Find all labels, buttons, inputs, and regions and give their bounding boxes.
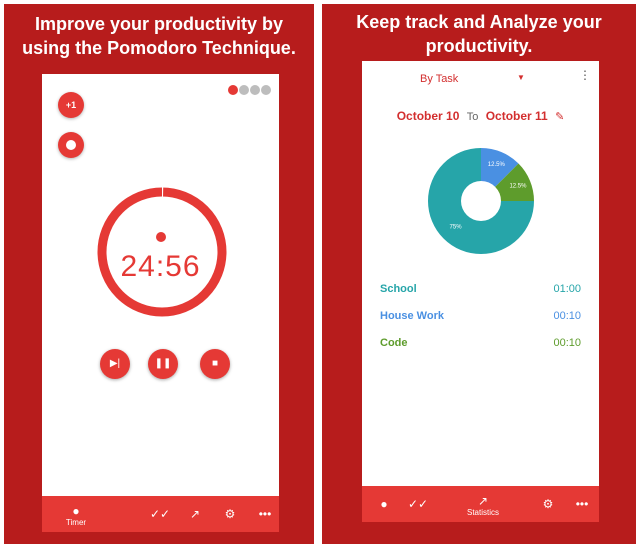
nav-completed[interactable]: ✓✓ bbox=[140, 496, 180, 532]
promo-headline-statistics: Keep track and Analyze your productivity… bbox=[322, 10, 636, 58]
date-range: October 10 To October 11 ✎ bbox=[362, 109, 599, 123]
date-to[interactable]: October 11 bbox=[486, 109, 548, 123]
task-row: Code 00:10 bbox=[380, 337, 581, 353]
group-by-dropdown[interactable]: By Task bbox=[420, 73, 458, 85]
session-dot bbox=[228, 85, 238, 95]
bottom-nav-timer: ● Timer ✓✓ ↗ ⚙ ••• bbox=[42, 496, 279, 532]
promo-panel-statistics: Keep track and Analyze your productivity… bbox=[322, 4, 636, 544]
task-duration: 00:10 bbox=[553, 310, 581, 322]
nav-more[interactable]: ••• bbox=[245, 496, 285, 532]
promo-headline-timer: Improve your productivity by using the P… bbox=[4, 12, 314, 60]
donut-label: 12.5% bbox=[509, 184, 527, 190]
task-row: School 01:00 bbox=[380, 283, 581, 299]
nav-label-timer: Timer bbox=[65, 518, 87, 527]
check-done-icon: ✓✓ bbox=[407, 497, 429, 511]
promo-panel-timer: Improve your productivity by using the P… bbox=[4, 4, 314, 544]
stop-button[interactable]: ■ bbox=[200, 349, 230, 379]
add-pomodoro-button[interactable]: +1 bbox=[58, 92, 84, 118]
task-select-button[interactable] bbox=[58, 132, 84, 158]
trend-icon: ↗ bbox=[477, 494, 489, 508]
headline-line-1: Improve your productivity by bbox=[34, 14, 284, 34]
brain-icon bbox=[66, 140, 76, 150]
check-done-icon: ✓✓ bbox=[149, 507, 171, 521]
skip-button[interactable]: ▶| bbox=[100, 349, 130, 379]
session-dot bbox=[239, 85, 249, 95]
pause-icon: ❚❚ bbox=[154, 358, 172, 369]
bottom-nav-statistics: ● ✓✓ ↗ Statistics ⚙ ••• bbox=[362, 486, 599, 522]
more-icon: ••• bbox=[575, 497, 589, 511]
headline-line-1: Keep track and Analyze your bbox=[356, 12, 602, 32]
nav-statistics[interactable]: ↗ bbox=[175, 496, 215, 532]
brain-icon bbox=[156, 232, 166, 242]
timer-screen: +1 24:56 ▶| ❚❚ ■ bbox=[42, 74, 279, 496]
stop-icon: ■ bbox=[211, 358, 219, 369]
pause-button[interactable]: ❚❚ bbox=[148, 349, 178, 379]
task-duration: 01:00 bbox=[553, 283, 581, 295]
nav-settings[interactable]: ⚙ bbox=[210, 496, 250, 532]
session-dot bbox=[250, 85, 260, 95]
task-row: House Work 00:10 bbox=[380, 310, 581, 326]
nav-statistics[interactable]: ↗ Statistics bbox=[461, 486, 505, 522]
nav-label-statistics: Statistics bbox=[466, 508, 499, 517]
skip-icon: ▶| bbox=[109, 358, 121, 369]
task-name: Code bbox=[380, 337, 408, 349]
overflow-menu-icon[interactable]: ⋮ bbox=[579, 68, 591, 82]
session-dot bbox=[261, 85, 271, 95]
date-from[interactable]: October 10 bbox=[397, 109, 460, 123]
more-icon: ••• bbox=[258, 507, 272, 521]
gear-icon: ⚙ bbox=[224, 507, 236, 521]
headline-line-2: productivity. bbox=[425, 36, 533, 56]
statistics-screen: By Task ▼ ⋮ October 10 To October 11 ✎ 1… bbox=[362, 61, 599, 486]
brain-icon: ● bbox=[72, 504, 80, 518]
donut-label: 12.5% bbox=[488, 162, 506, 168]
nav-timer[interactable]: ● Timer bbox=[56, 496, 96, 532]
task-name: School bbox=[380, 283, 417, 295]
date-to-word: To bbox=[466, 111, 479, 123]
timer-display: 24:56 bbox=[120, 250, 201, 283]
task-duration: 00:10 bbox=[553, 337, 581, 349]
session-indicators bbox=[227, 82, 271, 100]
edit-icon[interactable]: ✎ bbox=[555, 111, 564, 123]
nav-more[interactable]: ••• bbox=[562, 486, 602, 522]
donut-label: 75% bbox=[450, 224, 463, 230]
task-donut-chart: 12.5% 12.5% 75% bbox=[428, 148, 534, 254]
headline-line-2: using the Pomodoro Technique. bbox=[22, 38, 296, 58]
trend-icon: ↗ bbox=[189, 507, 201, 521]
nav-completed[interactable]: ✓✓ bbox=[398, 486, 438, 522]
caret-down-icon[interactable]: ▼ bbox=[517, 73, 525, 82]
task-name: House Work bbox=[380, 310, 444, 322]
